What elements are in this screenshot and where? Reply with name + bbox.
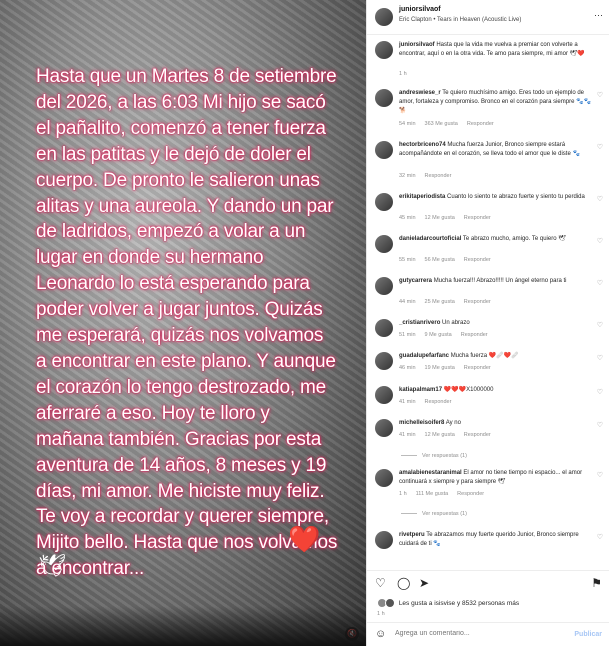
like-icon[interactable]: ♡ [597,533,603,541]
post-sidebar: juniorsilvaof Eric Clapton • Tears in He… [366,0,609,646]
like-icon[interactable]: ♡ [597,354,603,362]
like-icon[interactable]: ♡ [597,321,603,329]
comment-time: 54 min [399,121,416,127]
comment-username[interactable]: katiapalmam17 [399,387,442,393]
reply-button[interactable]: Responder [464,365,491,371]
post-media[interactable]: Hasta que un Martes 8 de setiembre del 2… [0,0,366,646]
like-icon[interactable]: ♡ [597,279,603,287]
comment-time: 41 min [399,399,416,405]
comment-username[interactable]: gutycarrera [399,278,432,284]
audio-track[interactable]: Eric Clapton • Tears in Heaven (Acoustic… [399,17,521,23]
reply-button[interactable]: Responder [464,215,491,221]
comment-text: Te abrazo mucho, amigo. Te quiero 🕊 [462,236,566,242]
comment-text: Te abrazamos muy fuerte querido Junior, … [399,532,579,547]
avatar[interactable] [375,531,393,549]
like-icon[interactable]: ♡ [597,421,603,429]
more-options-icon[interactable]: ··· [594,10,603,20]
reply-button[interactable]: Responder [464,299,491,305]
header-username[interactable]: juniorsilvaof [399,6,441,13]
like-icon[interactable]: ♡ [597,471,603,479]
like-icon[interactable]: ♡ [375,576,386,590]
mute-icon[interactable]: 🔇 [345,627,359,641]
like-icon[interactable]: ♡ [597,91,603,99]
avatar[interactable] [375,469,393,487]
avatar[interactable] [375,419,393,437]
comment-likes[interactable]: 12 Me gusta [425,432,455,438]
like-icon[interactable]: ♡ [597,195,603,203]
reply-button[interactable]: Responder [461,332,488,338]
comment-likes[interactable]: 111 Me gusta [416,491,449,497]
comment-text: Ay no [445,420,461,426]
comment-likes[interactable]: 12 Me gusta [425,215,455,221]
comments-list[interactable]: juniorsilvaof Hasta que la vida me vuelv… [367,35,609,569]
like-icon[interactable]: ♡ [597,143,603,151]
avatar[interactable] [375,386,393,404]
avatar[interactable] [375,89,393,107]
comment-icon[interactable]: ◯ [397,576,410,590]
comment-username[interactable]: amalabienestaranimal [399,470,462,476]
caption-username[interactable]: juniorsilvaof [399,42,435,48]
heart-icon: ❤️ [288,524,321,554]
avatar[interactable] [375,277,393,295]
reply-button[interactable]: Responder [464,432,491,438]
post-actions: ♡ ◯ ➤ ⚑ [367,570,609,595]
avatar[interactable] [375,8,393,26]
comment-username[interactable]: michelleisoifer8 [399,420,444,426]
comment-time: 41 min [399,432,416,438]
comment-time: 45 min [399,215,416,221]
view-replies-button[interactable]: Ver respuestas (1) [422,511,467,517]
caption-time: 1 h [399,71,407,77]
comment-text: Mucha fuerza!!! Abrazo!!!!! Un ángel ete… [433,278,567,284]
comment-box: ☺ Publicar [367,622,609,647]
comment-time: 32 min [399,173,416,179]
post-overlay-text: Hasta que un Martes 8 de setiembre del 2… [36,66,338,580]
comment-username[interactable]: andreswiese_r [399,90,441,96]
dove-icon: 🕊 [38,553,66,578]
comment-username[interactable]: _cristianrivero [399,320,440,326]
share-icon[interactable]: ➤ [419,576,429,590]
avatar[interactable] [375,41,393,59]
comment-username[interactable]: guadalupefarfanc [399,353,449,359]
post-header: juniorsilvaof Eric Clapton • Tears in He… [367,0,609,35]
avatar[interactable] [375,352,393,370]
comment-username[interactable]: hectorbriceno74 [399,142,446,148]
comment-username[interactable]: rivetperu [399,532,425,538]
avatar[interactable] [375,319,393,337]
reply-button[interactable]: Responder [425,399,452,405]
avatar[interactable] [375,193,393,211]
comment-likes[interactable]: 9 Me gusta [425,332,452,338]
avatar [385,598,395,608]
avatar[interactable] [375,141,393,159]
reply-button[interactable]: Responder [464,257,491,263]
likes-summary[interactable]: Les gusta a isisvise y 8532 personas más [377,598,519,608]
publish-button[interactable]: Publicar [574,631,602,638]
comment-input[interactable] [393,629,557,638]
comment-text: Cuanto lo siento te abrazo fuerte y sien… [447,194,585,200]
comment-likes[interactable]: 363 Me gusta [425,121,458,127]
comment-time: 55 min [399,257,416,263]
likes-summary-text: Les gusta a isisvise y 8532 personas más [398,599,520,607]
reply-button[interactable]: Responder [457,491,484,497]
bookmark-icon[interactable]: ⚑ [591,576,602,590]
comment-text: Mucha fuerza ❤️🩹❤️🩹 [450,353,519,359]
comment-time: 51 min [399,332,416,338]
post-time: 1 h [377,611,385,617]
comment-likes[interactable]: 56 Me gusta [425,257,455,263]
comment-likes[interactable]: 19 Me gusta [425,365,455,371]
comment-username[interactable]: erikitaperiodista [399,194,445,200]
comment-time: 1 h [399,491,407,497]
view-replies-button[interactable]: Ver respuestas (1) [422,453,467,459]
comment-time: 46 min [399,365,416,371]
comment-likes[interactable]: 25 Me gusta [425,299,455,305]
reply-button[interactable]: Responder [425,173,452,179]
avatar[interactable] [375,235,393,253]
comment-time: 44 min [399,299,416,305]
like-icon[interactable]: ♡ [597,388,603,396]
comment-text: ❤️❤️❤️X1000000 [443,387,494,393]
comment-username[interactable]: danieladarcourtoficial [399,236,461,242]
reply-button[interactable]: Responder [467,121,494,127]
comment-text: Un abrazo [442,320,470,326]
like-icon[interactable]: ♡ [597,237,603,245]
emoji-icon[interactable]: ☺ [375,628,386,640]
